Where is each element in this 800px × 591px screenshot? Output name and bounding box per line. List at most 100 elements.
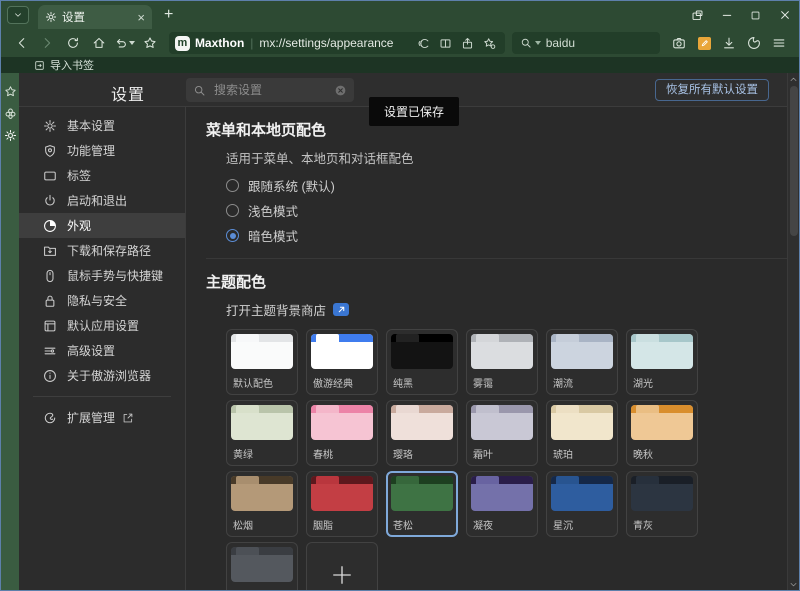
page-scrollbar[interactable] bbox=[787, 73, 799, 590]
radio-button[interactable] bbox=[226, 229, 239, 242]
maximize-button[interactable] bbox=[741, 1, 770, 29]
swatch-tab bbox=[316, 334, 339, 342]
sidebar-item-appearance[interactable]: 外观 bbox=[19, 213, 185, 238]
camera-icon bbox=[672, 36, 686, 50]
reload-button[interactable] bbox=[60, 32, 86, 54]
power-icon bbox=[43, 194, 57, 208]
radio-button[interactable] bbox=[226, 204, 239, 217]
screenshot-button[interactable] bbox=[668, 32, 691, 54]
theme-card[interactable]: 胭脂 bbox=[306, 471, 378, 537]
swatch-tab bbox=[476, 476, 499, 484]
home-button[interactable] bbox=[86, 32, 112, 54]
open-store-icon[interactable] bbox=[333, 303, 349, 316]
theme-card[interactable]: 青灰 bbox=[626, 471, 698, 537]
undo-button[interactable] bbox=[112, 32, 138, 54]
downloads-button[interactable] bbox=[718, 32, 741, 54]
theme-card[interactable]: 春桃 bbox=[306, 400, 378, 466]
theme-name: 雾霭 bbox=[473, 375, 533, 390]
sliders-icon bbox=[43, 344, 57, 358]
minimize-button[interactable] bbox=[712, 1, 741, 29]
address-bar[interactable]: m Maxthon | mx://settings/appearance bbox=[169, 32, 505, 54]
workspace-button[interactable] bbox=[683, 1, 712, 29]
sidebar-item-label: 下载和保存路径 bbox=[67, 242, 151, 259]
theme-card[interactable]: 黄绿 bbox=[226, 400, 298, 466]
sidebar-item-default-apps[interactable]: 默认应用设置 bbox=[19, 313, 185, 338]
favorites-settings-button[interactable] bbox=[481, 34, 499, 52]
power-icon bbox=[43, 194, 57, 208]
skins-button[interactable] bbox=[743, 32, 766, 54]
sidebar-item-startup[interactable]: 启动和退出 bbox=[19, 188, 185, 213]
radio-button[interactable] bbox=[226, 179, 239, 192]
sidebar-item-tabs[interactable]: 标签 bbox=[19, 163, 185, 188]
tab-list-button[interactable] bbox=[7, 6, 29, 24]
theme-swatch bbox=[631, 405, 693, 440]
reset-all-defaults-button[interactable]: 恢复所有默认设置 bbox=[655, 79, 769, 101]
theme-card[interactable]: 琥珀 bbox=[546, 400, 618, 466]
scroll-down-icon[interactable] bbox=[788, 578, 800, 590]
notes-button[interactable] bbox=[693, 32, 716, 54]
swatch-tab bbox=[476, 405, 499, 413]
clear-search-icon[interactable] bbox=[334, 84, 347, 97]
search-icon bbox=[520, 37, 532, 49]
theme-card[interactable]: 默认配色 bbox=[226, 329, 298, 395]
favorites-panel-button[interactable] bbox=[4, 85, 17, 98]
swatch-tab bbox=[556, 405, 579, 413]
import-bookmarks-button[interactable]: 导入书签 bbox=[50, 57, 94, 73]
theme-name: 星沉 bbox=[553, 517, 613, 532]
web-search-box[interactable]: baidu bbox=[512, 32, 660, 54]
theme-card[interactable]: 凝夜 bbox=[466, 471, 538, 537]
theme-card[interactable]: 璎珞 bbox=[386, 400, 458, 466]
sidebar-item-about[interactable]: 关于傲游浏览器 bbox=[19, 363, 185, 388]
theme-card[interactable]: 松烟 bbox=[226, 471, 298, 537]
theme-store-link[interactable]: 打开主题背景商店 bbox=[226, 300, 326, 319]
split-screen-button[interactable] bbox=[437, 34, 455, 52]
forward-button[interactable] bbox=[35, 32, 61, 54]
tab-icon bbox=[43, 169, 57, 183]
close-button[interactable] bbox=[770, 1, 799, 29]
sidebar-item-gestures[interactable]: 鼠标手势与快捷键 bbox=[19, 263, 185, 288]
swatch-tab bbox=[396, 476, 419, 484]
lock-icon bbox=[43, 294, 57, 308]
theme-card[interactable]: 纯黑 bbox=[386, 329, 458, 395]
theme-card[interactable]: 湖光 bbox=[626, 329, 698, 395]
theme-card[interactable]: 傲游经典 bbox=[306, 329, 378, 395]
maxnote-panel-button[interactable] bbox=[4, 107, 17, 120]
new-tab-button[interactable]: + bbox=[164, 7, 173, 23]
active-tab[interactable]: 设置 × bbox=[38, 5, 152, 29]
theme-name: 苍松 bbox=[393, 517, 453, 532]
add-theme-button[interactable] bbox=[306, 542, 378, 590]
sidebar-item-privacy[interactable]: 隐私与安全 bbox=[19, 288, 185, 313]
favorite-page-button[interactable] bbox=[137, 32, 163, 54]
radio-option-light-mode[interactable]: 浅色模式 bbox=[226, 198, 799, 223]
back-button[interactable] bbox=[9, 32, 35, 54]
sidebar-item-downloads[interactable]: 下载和保存路径 bbox=[19, 238, 185, 263]
scrollbar-thumb[interactable] bbox=[790, 86, 798, 236]
sidebar-item-features[interactable]: 功能管理 bbox=[19, 138, 185, 163]
theme-name: 胭脂 bbox=[313, 517, 373, 532]
sidebar-item-advanced[interactable]: 高级设置 bbox=[19, 338, 185, 363]
theme-card[interactable]: 晚秋 bbox=[626, 400, 698, 466]
sidebar-item-basic[interactable]: 基本设置 bbox=[19, 113, 185, 138]
color-mode-description: 适用于菜单、本地页和对话框配色 bbox=[226, 148, 799, 167]
scroll-up-icon[interactable] bbox=[788, 73, 800, 85]
theme-swatch bbox=[551, 476, 613, 511]
theme-card[interactable]: 雾霭 bbox=[466, 329, 538, 395]
theme-card[interactable]: 苍松 bbox=[386, 471, 458, 537]
share-button[interactable] bbox=[459, 34, 477, 52]
brand-name: Maxthon bbox=[195, 36, 244, 50]
read-aloud-button[interactable] bbox=[415, 34, 433, 52]
settings-panel-button[interactable] bbox=[4, 129, 17, 142]
swatch-tab bbox=[476, 334, 499, 342]
main-menu-button[interactable] bbox=[768, 32, 791, 54]
tab-close-icon[interactable]: × bbox=[137, 11, 145, 24]
theme-card[interactable]: 星沉 bbox=[546, 471, 618, 537]
theme-card[interactable]: 暗夜 bbox=[226, 542, 298, 590]
theme-card[interactable]: 霜叶 bbox=[466, 400, 538, 466]
settings-search-input[interactable] bbox=[212, 82, 334, 98]
radio-option-dark-mode[interactable]: 暗色模式 bbox=[226, 223, 799, 248]
share-icon bbox=[461, 37, 474, 50]
radio-option-follow-system[interactable]: 跟随系统 (默认) bbox=[226, 173, 799, 198]
sidebar-item-extensions[interactable]: 扩展管理 bbox=[19, 405, 185, 430]
undo-icon bbox=[114, 36, 128, 50]
theme-card[interactable]: 潮流 bbox=[546, 329, 618, 395]
